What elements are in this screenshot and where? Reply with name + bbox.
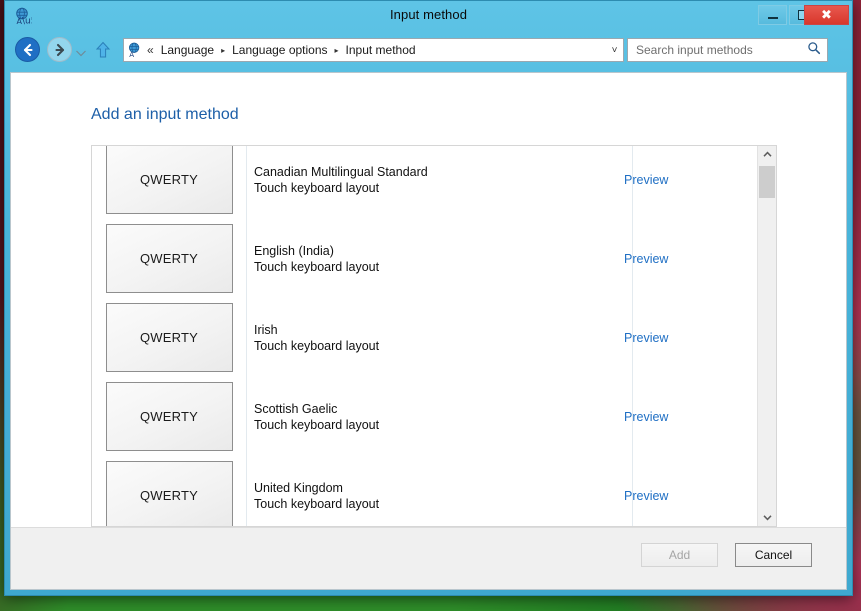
search-box[interactable] [627,38,828,62]
preview-link[interactable]: Preview [624,331,668,345]
list-rows: QWERTY Canadian Multilingual Standard Touc… [92,146,757,526]
up-arrow-icon [95,41,111,58]
layout-thumbnail-cell: QWERTY [92,461,246,526]
preview-cell: Preview [611,408,757,426]
close-button[interactable]: ✖ [804,5,849,25]
recent-locations-button[interactable] [75,45,87,57]
layout-thumbnail-cell: QWERTY [92,382,246,451]
layout-thumbnail-cell: QWERTY [92,146,246,214]
scroll-down-button[interactable] [758,509,776,526]
input-method-window: A \u5b57 Input method ✖ [4,0,853,596]
input-method-row[interactable]: QWERTY Scottish Gaelic Touch keyboard layo… [92,377,757,456]
language-globe-icon: A [127,42,143,59]
preview-cell: Preview [611,171,757,189]
qwerty-thumbnail: QWERTY [105,461,233,526]
input-method-row[interactable]: QWERTY Canadian Multilingual Standard Touc… [92,146,757,219]
breadcrumb-separator-icon[interactable]: ▸ [221,46,225,55]
breadcrumb-item-language-options[interactable]: Language options [230,42,329,58]
input-method-name: Irish [254,322,278,337]
page-title: Add an input method [91,106,239,123]
input-method-subtitle: Touch keyboard layout [254,259,380,274]
search-icon[interactable] [807,41,821,60]
input-method-row[interactable]: QWERTY English (India) Touch keyboard layo… [92,219,757,298]
qwerty-thumbnail: QWERTY [105,303,233,372]
breadcrumb-item-language[interactable]: Language [159,42,216,58]
input-method-name: Canadian Multilingual Standard [254,164,428,179]
input-method-name: Scottish Gaelic [254,401,338,416]
up-one-level-button[interactable] [95,41,111,59]
input-method-label-cell: English (India) Touch keyboard layout [246,243,611,275]
preview-cell: Preview [611,250,757,268]
preview-link[interactable]: Preview [624,173,668,187]
qwerty-thumbnail: QWERTY [105,382,233,451]
input-method-subtitle: Touch keyboard layout [254,496,380,511]
search-input[interactable] [634,42,807,58]
add-button[interactable]: Add [641,543,718,567]
chevron-down-icon [76,50,86,57]
forward-button[interactable] [47,37,72,62]
qwerty-thumbnail: QWERTY [105,224,233,293]
input-method-label-cell: United Kingdom Touch keyboard layout [246,480,611,512]
input-method-name: United Kingdom [254,480,343,495]
input-method-subtitle: Touch keyboard layout [254,338,380,353]
preview-link[interactable]: Preview [624,489,668,503]
input-method-name: English (India) [254,243,334,258]
layout-thumbnail-cell: QWERTY [92,224,246,293]
address-dropdown-icon[interactable]: ˅ [606,45,623,56]
preview-link[interactable]: Preview [624,252,668,266]
qwerty-thumbnail: QWERTY [105,146,233,214]
chevron-up-icon [762,151,772,157]
input-method-subtitle: Touch keyboard layout [254,417,380,432]
list-scrollbar[interactable] [757,146,776,526]
input-method-label-cell: Canadian Multilingual Standard Touch keyb… [246,164,611,196]
back-button[interactable] [15,37,40,62]
input-method-label-cell: Irish Touch keyboard layout [246,322,611,354]
forward-arrow-icon [54,43,64,56]
content-area: Add an input method QWERTY Canadian Multi… [10,72,847,590]
input-method-row[interactable]: QWERTY Irish Touch keyboard layout Preview [92,298,757,377]
list-scrollport: QWERTY Canadian Multilingual Standard Touc… [92,146,757,526]
breadcrumb-overflow[interactable]: « [147,43,154,57]
input-method-list[interactable]: QWERTY Canadian Multilingual Standard Touc… [91,145,777,527]
layout-thumbnail-cell: QWERTY [92,303,246,372]
address-toolbar: A « Language ▸ Language options ▸ Input … [5,31,852,71]
title-bar[interactable]: A \u5b57 Input method ✖ [5,1,852,31]
preview-cell: Preview [611,329,757,347]
minimize-button[interactable] [758,5,787,25]
input-method-subtitle: Touch keyboard layout [254,180,380,195]
window-title: Input method [389,7,468,22]
svg-text:A: A [129,50,134,58]
scroll-up-button[interactable] [758,146,776,163]
minimize-icon [759,6,786,24]
back-arrow-icon [23,43,33,56]
cancel-button[interactable]: Cancel [735,543,812,567]
preview-link[interactable]: Preview [624,410,668,424]
input-method-row[interactable]: QWERTY United Kingdom Touch keyboard layou… [92,456,757,526]
dialog-footer: Add Cancel [11,527,846,589]
preview-cell: Preview [611,487,757,505]
scrollbar-thumb[interactable] [759,166,775,198]
chevron-down-icon [762,515,772,521]
input-method-label-cell: Scottish Gaelic Touch keyboard layout [246,401,611,433]
close-icon: ✖ [821,7,832,23]
address-bar[interactable]: A « Language ▸ Language options ▸ Input … [123,38,624,62]
breadcrumb-item-input-method[interactable]: Input method [344,42,418,58]
breadcrumb-separator-icon[interactable]: ▸ [335,46,339,55]
breadcrumb: « Language ▸ Language options ▸ Input me… [147,42,606,58]
